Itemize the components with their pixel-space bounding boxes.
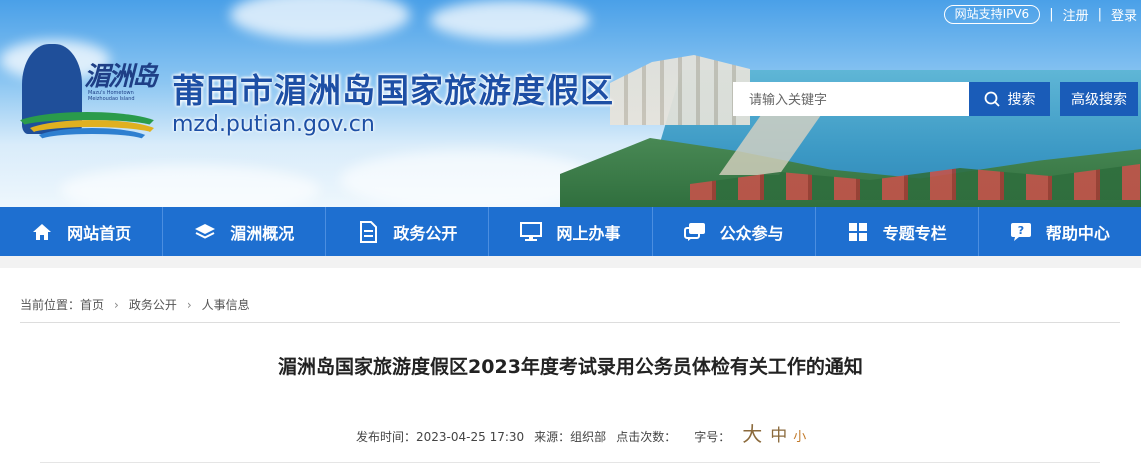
clicks-label: 点击次数： bbox=[616, 430, 677, 444]
breadcrumb-item-gov-affairs[interactable]: 政务公开 bbox=[129, 296, 177, 313]
layers-icon bbox=[194, 221, 216, 243]
main-nav: 网站首页 湄洲概况 政务公开 网上办事 公众参与 专题专栏 ? 帮助中心 bbox=[0, 207, 1141, 256]
nav-item-label: 帮助中心 bbox=[1045, 223, 1110, 243]
font-size-small-button[interactable]: 小 bbox=[793, 426, 806, 445]
logo-text: 湄洲岛 bbox=[84, 62, 158, 92]
nav-item-label: 专题专栏 bbox=[882, 223, 947, 243]
nav-item-label: 网站首页 bbox=[67, 223, 132, 243]
font-size-large-button[interactable]: 大 bbox=[742, 418, 762, 447]
logo-wave-blue bbox=[32, 128, 152, 154]
source-value: 组织部 bbox=[570, 430, 607, 444]
search-input[interactable] bbox=[733, 82, 969, 116]
nav-item-gov-affairs[interactable]: 政务公开 bbox=[326, 207, 490, 256]
ipv6-badge[interactable]: 网站支持IPV6 bbox=[943, 4, 1041, 24]
font-size-label: 字号： bbox=[694, 430, 731, 444]
nav-item-home[interactable]: 网站首页 bbox=[0, 207, 164, 256]
search-button-label: 搜索 bbox=[1007, 92, 1036, 108]
svg-text:?: ? bbox=[1018, 224, 1024, 237]
chevron-right-icon: › bbox=[114, 297, 119, 312]
advanced-search-button[interactable]: 高级搜索 bbox=[1060, 82, 1138, 116]
divider bbox=[20, 322, 1120, 323]
publish-label: 发布时间： bbox=[356, 430, 417, 444]
article-title: 湄洲岛国家旅游度假区2023年度考试录用公务员体检有关工作的通知 bbox=[278, 356, 863, 378]
article-panel: 当前位置： 首页 › 政务公开 › 人事信息 湄洲岛国家旅游度假区2023年度考… bbox=[0, 268, 1141, 465]
login-link[interactable]: 登录 bbox=[1111, 5, 1137, 24]
grid-icon bbox=[847, 221, 869, 243]
nav-item-special-topics[interactable]: 专题专栏 bbox=[816, 207, 979, 256]
site-logo[interactable]: 湄洲岛 Mazu's Hometown Meizhoudao Island bbox=[12, 44, 162, 154]
chevron-right-icon: › bbox=[186, 297, 192, 312]
divider bbox=[40, 462, 1100, 463]
cloud-decoration bbox=[430, 0, 590, 40]
content-area: 当前位置： 首页 › 政务公开 › 人事信息 湄洲岛国家旅游度假区2023年度考… bbox=[0, 256, 1141, 465]
document-icon bbox=[357, 220, 379, 243]
home-icon bbox=[31, 221, 53, 243]
cloud-decoration bbox=[60, 165, 320, 207]
font-size-medium-button[interactable]: 中 bbox=[770, 421, 787, 446]
nav-item-online-services[interactable]: 网上办事 bbox=[489, 207, 653, 256]
nav-item-label: 政务公开 bbox=[393, 223, 458, 243]
breadcrumb-item-personnel[interactable]: 人事信息 bbox=[202, 296, 250, 313]
nav-item-label: 公众参与 bbox=[719, 223, 784, 243]
nav-item-label: 网上办事 bbox=[556, 223, 621, 243]
top-links: 网站支持IPV6 | 注册 | 登录 bbox=[943, 4, 1137, 24]
publish-time: 2023-04-25 17:30 bbox=[416, 430, 525, 444]
nav-item-label: 湄洲概况 bbox=[230, 223, 295, 243]
divider: | bbox=[1097, 6, 1102, 22]
article-meta: 发布时间： 2023-04-25 17:30 来源： 组织部 点击次数： 字号：… bbox=[356, 418, 806, 447]
header-banner: 湄洲岛 Mazu's Hometown Meizhoudao Island 莆田… bbox=[0, 0, 1141, 207]
logo-subtext: Mazu's Hometown Meizhoudao Island bbox=[88, 90, 135, 102]
site-title: 莆田市湄洲岛国家旅游度假区 bbox=[172, 71, 614, 110]
search-button[interactable]: 搜索 bbox=[969, 82, 1050, 116]
divider: | bbox=[1049, 6, 1054, 22]
register-link[interactable]: 注册 bbox=[1063, 5, 1089, 24]
help-icon: ? bbox=[1010, 221, 1032, 243]
monitor-icon bbox=[520, 221, 543, 243]
nav-item-overview[interactable]: 湄洲概况 bbox=[163, 207, 327, 256]
breadcrumb: 当前位置： 首页 › 政务公开 › 人事信息 bbox=[20, 296, 250, 313]
breadcrumb-prefix: 当前位置： bbox=[20, 298, 81, 312]
site-domain: mzd.putian.gov.cn bbox=[172, 112, 375, 137]
source-label: 来源： bbox=[534, 430, 571, 444]
cloud-decoration bbox=[230, 0, 410, 40]
chat-icon bbox=[683, 221, 706, 243]
breadcrumb-item-home[interactable]: 首页 bbox=[80, 296, 104, 313]
buildings-scenery bbox=[610, 55, 750, 125]
nav-item-public-participation[interactable]: 公众参与 bbox=[653, 207, 816, 256]
search-icon bbox=[984, 91, 1000, 107]
nav-item-help-center[interactable]: ? 帮助中心 bbox=[979, 207, 1141, 256]
